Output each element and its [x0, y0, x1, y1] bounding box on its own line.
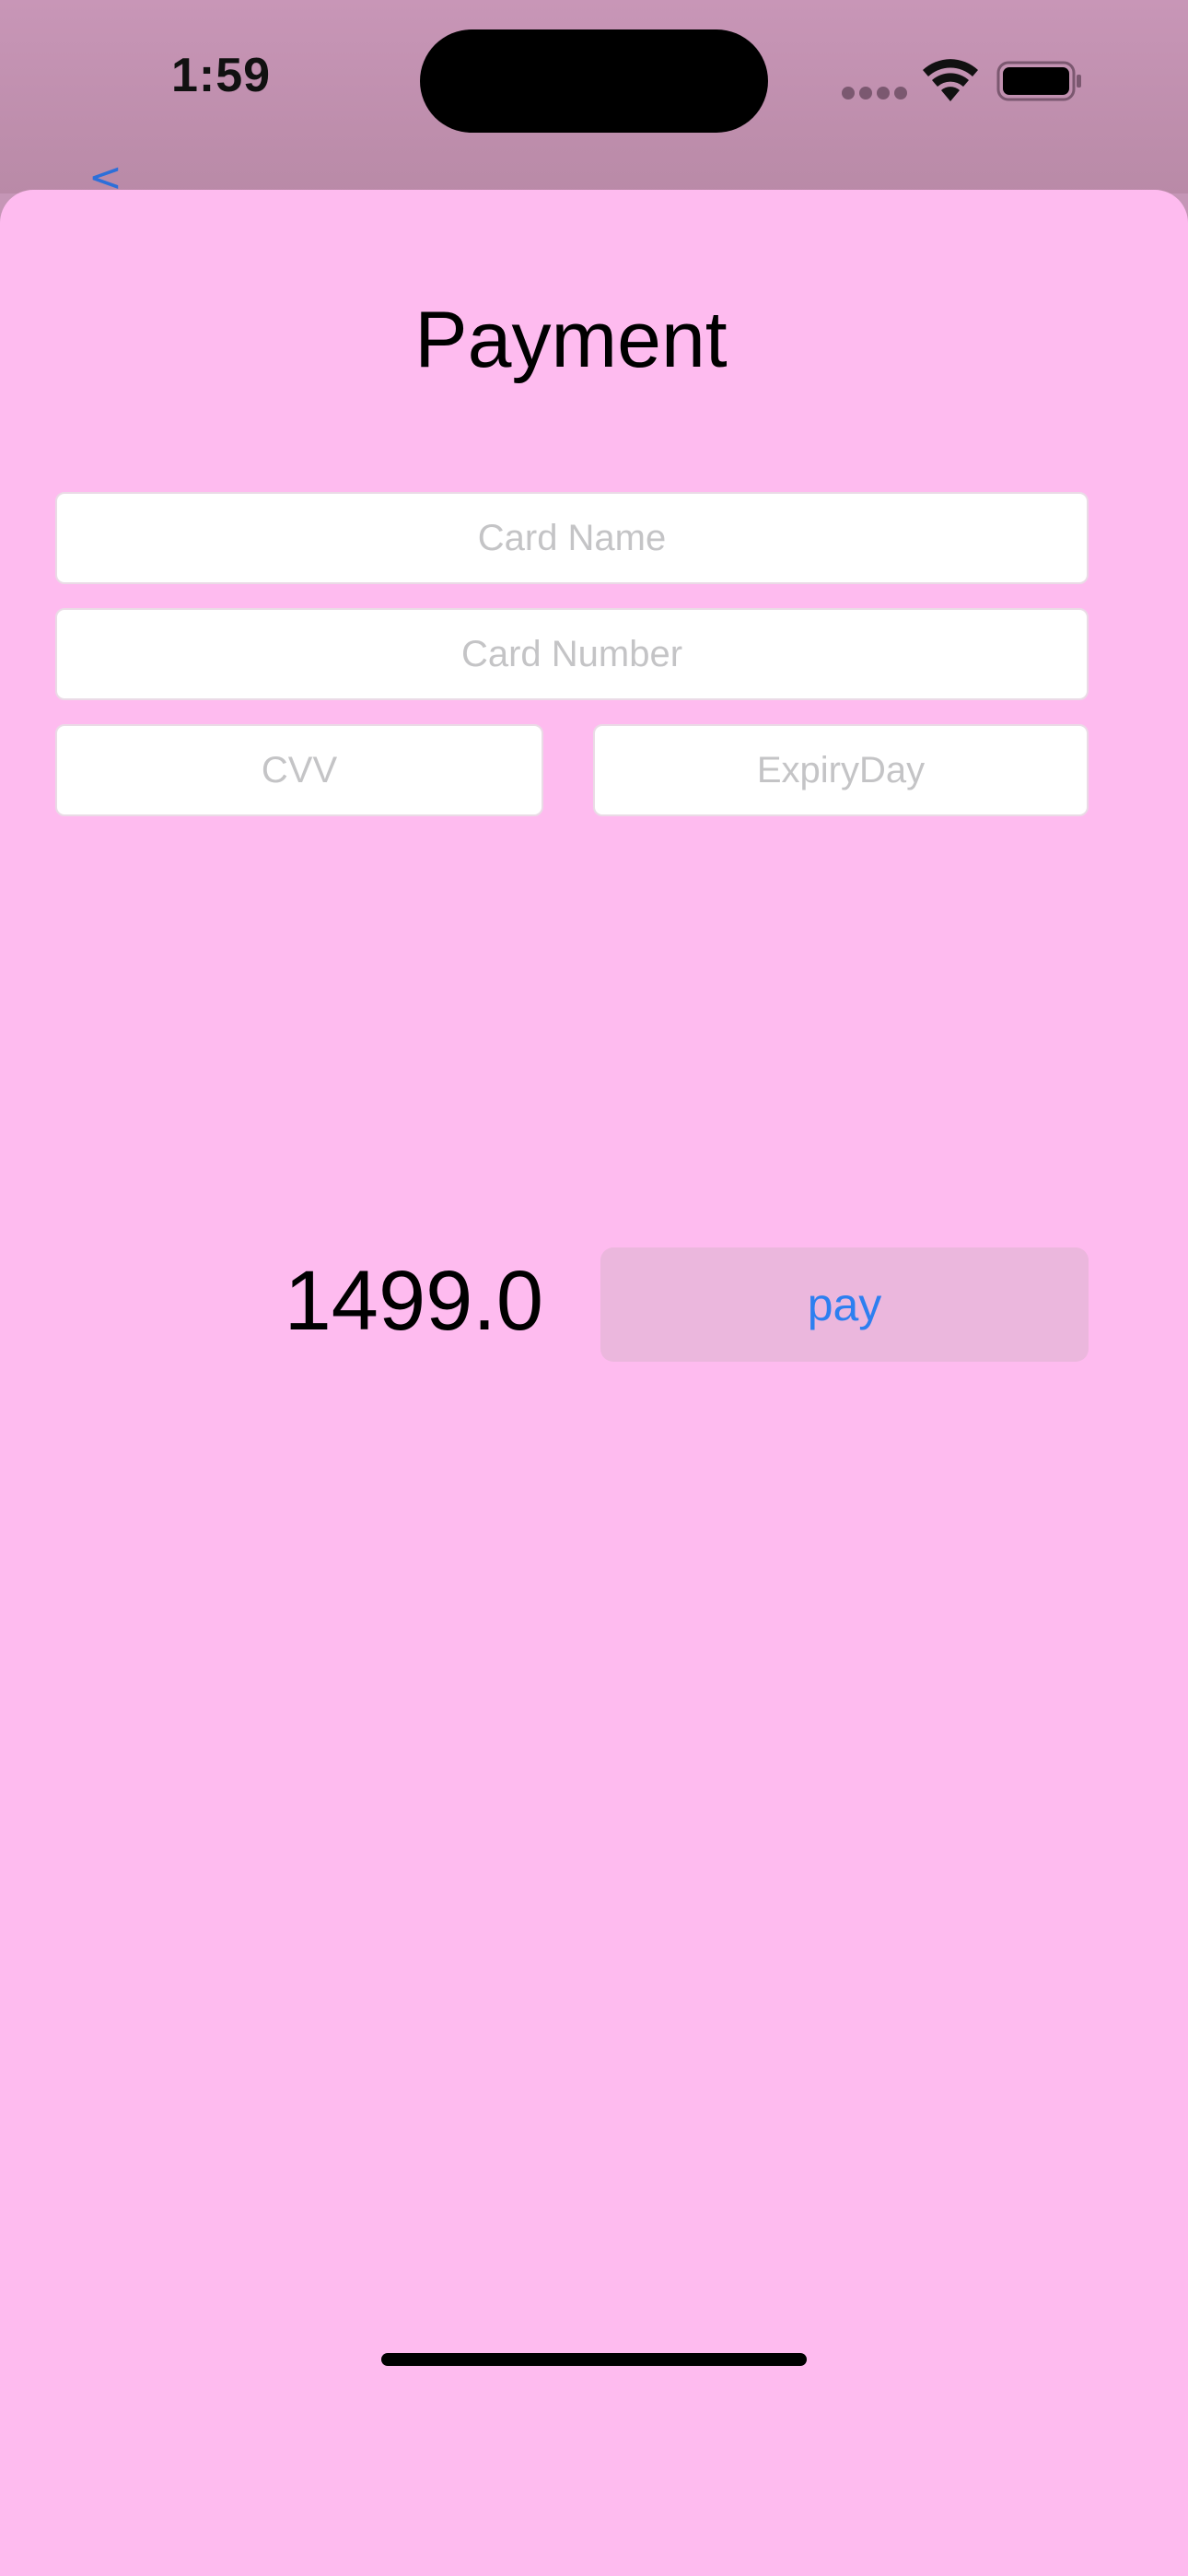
expiry-day-field[interactable] — [593, 724, 1089, 816]
status-time: 1:59 — [171, 49, 272, 102]
home-indicator — [381, 2353, 807, 2366]
card-number-field[interactable] — [55, 608, 1089, 700]
card-name-field[interactable] — [55, 492, 1089, 584]
total-amount: 1499.0 — [284, 1254, 543, 1348]
wifi-icon — [923, 59, 978, 101]
dynamic-island — [420, 29, 768, 133]
cellular-signal-icon — [842, 87, 907, 100]
status-bar: 1:59 < — [0, 0, 1188, 198]
cvv-field[interactable] — [55, 724, 543, 816]
page-title: Payment — [414, 296, 728, 384]
battery-icon — [996, 61, 1081, 101]
pay-button[interactable]: pay — [600, 1247, 1089, 1362]
